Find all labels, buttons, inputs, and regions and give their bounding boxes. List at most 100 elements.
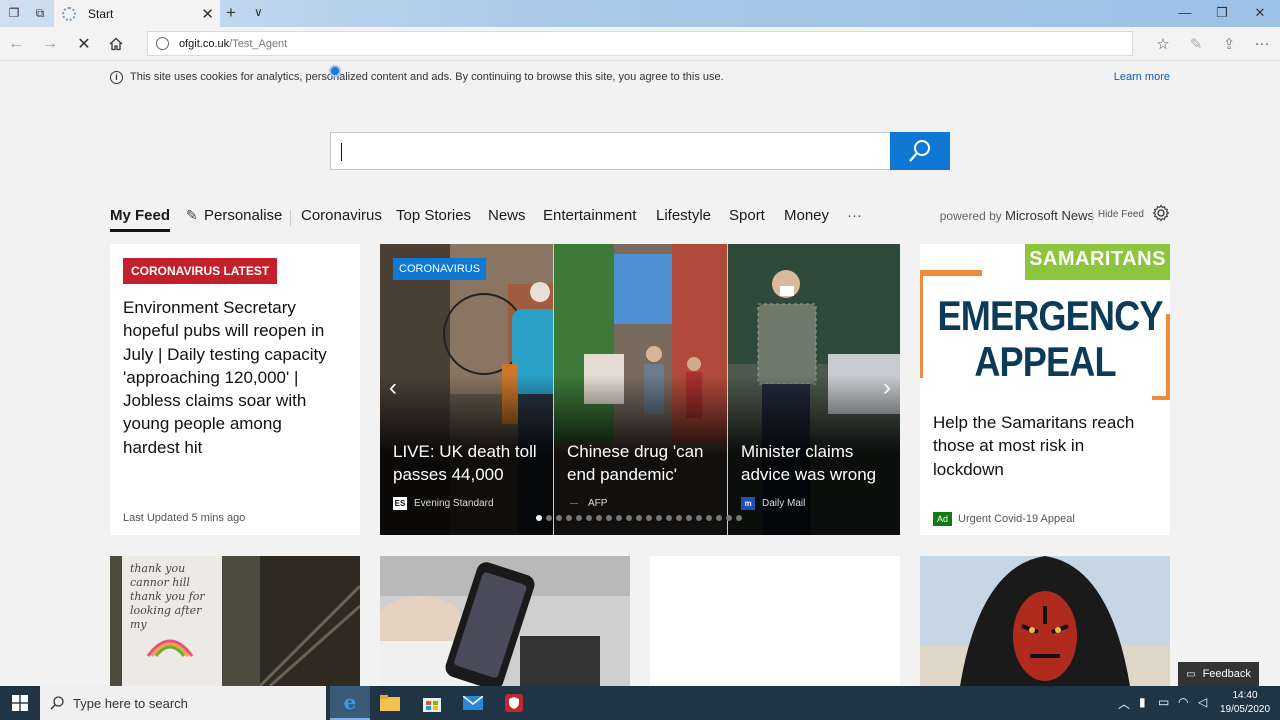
news-card-blank[interactable] [650,556,900,686]
file-explorer-icon[interactable] [370,686,410,720]
windows-start-icon[interactable] [0,686,40,720]
ad-label-badge: Ad [933,512,953,526]
carousel-headline[interactable]: Minister claims advice was wrong [741,440,896,487]
tab-my-feed[interactable]: My Feed [110,207,170,224]
carousel-prev-chevron-icon[interactable]: ‹ [380,368,406,408]
carousel-dot[interactable] [536,515,542,521]
tab-sport[interactable]: Sport [729,207,765,224]
system-clock[interactable]: 14:40 19/05/2020 [1214,689,1276,717]
tab-news[interactable]: News [488,207,526,224]
tab-start[interactable]: Start ✕ [54,0,220,27]
news-card-darth-maul[interactable] [920,556,1170,686]
carousel-dot[interactable] [586,515,592,521]
taskbar-search-input[interactable]: Type here to search [40,686,326,720]
carousel-panel[interactable]: Chinese drug 'can end pandemic' — AFP [554,244,727,535]
tab-money[interactable]: Money [784,207,829,224]
pointer-cursor [329,65,341,77]
pen-notes-icon[interactable]: ✎ [1186,35,1206,53]
tab-coronavirus[interactable]: Coronavirus [301,207,382,224]
news-card-phone[interactable] [380,556,630,686]
show-hidden-icons-chevron-icon[interactable]: ︿ [1118,695,1130,712]
search-input[interactable] [341,141,881,161]
carousel-dot[interactable] [726,515,732,521]
close-tab-icon[interactable]: ✕ [201,5,214,23]
carousel-headline[interactable]: Chinese drug 'can end pandemic' [567,440,722,487]
url-path: /Test_Agent [229,37,288,50]
microphone-icon[interactable]: ▮ [1139,695,1146,709]
carousel-dot[interactable] [616,515,622,521]
ad-headline[interactable]: Help the Samaritans reach those at most … [933,411,1153,481]
samaritans-ad-card[interactable]: SAMARITANS EMERGENCY APPEAL Help the Sam… [920,244,1170,535]
tab-lifestyle[interactable]: Lifestyle [656,207,711,224]
news-card-rainbow[interactable]: thank you cannor hill thank you for look… [110,556,360,686]
carousel-dot[interactable] [686,515,692,521]
carousel-dot[interactable] [556,515,562,521]
nav-divider-right [1092,209,1093,223]
carousel-dot[interactable] [706,515,712,521]
carousel-dot[interactable] [676,515,682,521]
tab-top-stories[interactable]: Top Stories [396,207,471,224]
tab-personalise[interactable]: Personalise [204,207,282,224]
home-icon[interactable] [106,34,126,54]
samaritans-brand: SAMARITANS [1029,248,1166,270]
carousel-headline[interactable]: LIVE: UK death toll passes 44,000 [393,440,548,487]
tab-entertainment[interactable]: Entertainment [543,207,636,224]
tab-preview-chevron-icon[interactable]: ∨ [254,5,263,19]
carousel-dot[interactable] [716,515,722,521]
carousel-dot[interactable] [636,515,642,521]
new-tab-button[interactable]: + [226,3,236,23]
carousel-dot[interactable] [546,515,552,521]
carousel-dot[interactable] [566,515,572,521]
text-caret [341,143,342,161]
set-aside-tabs-icon[interactable]: ⧉ [30,4,50,22]
address-bar[interactable]: ofgit.co.uk/Test_Agent [147,31,1133,56]
latest-news-card[interactable]: CORONAVIRUS LATEST Environment Secretary… [110,244,360,535]
darth-maul-image [920,556,1170,686]
maximize-button[interactable]: ❐ [1212,5,1232,21]
coronavirus-latest-badge: CORONAVIRUS LATEST [123,258,278,284]
carousel-dot[interactable] [696,515,702,521]
url-host: ofgit.co.uk [179,37,230,50]
share-icon[interactable]: ⇪ [1219,35,1239,53]
powered-by: powered by Microsoft News [940,208,1094,223]
carousel-dot[interactable] [606,515,612,521]
clock-date: 19/05/2020 [1219,704,1271,715]
hide-feed-link[interactable]: Hide Feed [1098,209,1144,220]
gear-icon[interactable] [1152,204,1170,222]
carousel-dot[interactable] [576,515,582,521]
store-icon[interactable] [412,686,452,720]
afp-logo-icon: — [570,499,578,508]
carousel-dot[interactable] [626,515,632,521]
carousel-dot[interactable] [736,515,742,521]
stop-loading-icon[interactable]: ✕ [74,34,94,54]
carousel-dot[interactable] [646,515,652,521]
latest-news-headline[interactable]: Environment Secretary hopeful pubs will … [123,296,343,459]
carousel-dot[interactable] [656,515,662,521]
ad-sponsor: Urgent Covid-19 Appeal [958,513,1075,525]
carousel-next-chevron-icon[interactable]: › [874,368,900,408]
emergency-text: EMERGENCY [937,292,1164,339]
carousel-dot[interactable] [666,515,672,521]
mail-icon[interactable] [453,686,493,720]
active-tab-underline [110,229,170,232]
tab-actions-icon[interactable]: ❐ [4,4,24,22]
favorites-star-icon[interactable]: ☆ [1153,35,1173,53]
search-button[interactable] [890,132,950,170]
close-window-button[interactable]: ✕ [1250,5,1270,21]
minimize-button[interactable]: — [1175,5,1195,20]
security-app-icon[interactable] [494,686,534,720]
more-tabs-button[interactable]: ··· [847,207,862,224]
forward-arrow-icon[interactable]: → [40,34,60,54]
wifi-icon[interactable]: ◠ [1178,695,1188,709]
carousel-dots [536,515,742,521]
ad-footer: Ad Urgent Covid-19 Appeal [933,512,1075,526]
carousel-dot[interactable] [596,515,602,521]
feedback-button[interactable]: ▭ Feedback [1178,662,1259,686]
info-icon: i [110,70,123,84]
back-arrow-icon[interactable]: ← [6,34,26,54]
volume-icon[interactable]: ◁ [1198,695,1207,709]
edge-taskbar-icon[interactable]: e [330,686,370,720]
learn-more-link[interactable]: Learn more [1114,71,1170,83]
battery-icon[interactable]: ▭ [1158,695,1169,709]
more-menu-icon[interactable]: ··· [1252,35,1272,52]
